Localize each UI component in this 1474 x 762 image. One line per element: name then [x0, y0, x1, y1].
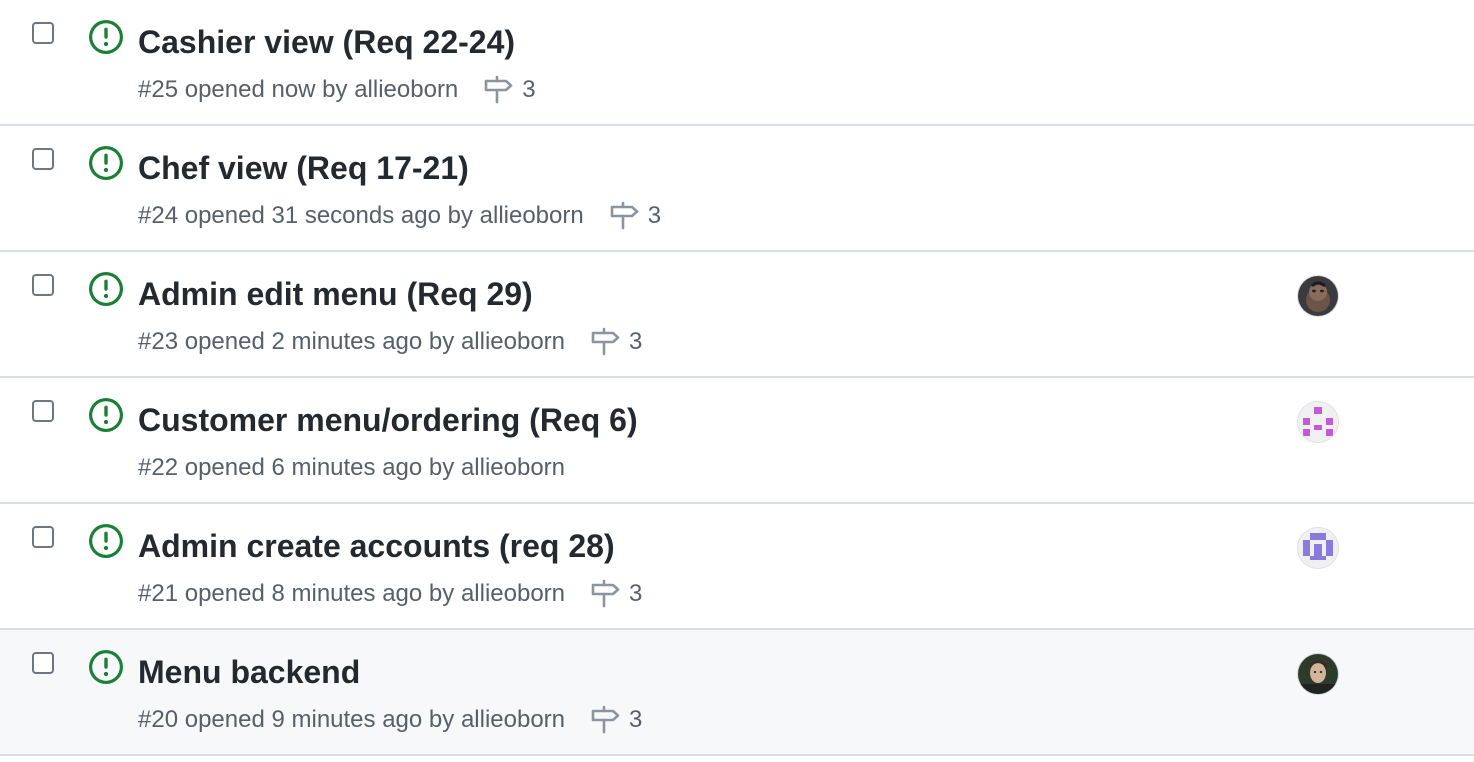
issue-meta: #24 opened 31 seconds ago by allieoborn …: [138, 198, 661, 234]
select-checkbox[interactable]: [32, 274, 54, 296]
issue-open-icon: [89, 272, 123, 306]
milestone-icon: [591, 705, 620, 734]
milestone-link[interactable]: 3: [589, 578, 642, 610]
issue-author-link[interactable]: allieoborn: [480, 202, 584, 230]
milestone-link[interactable]: 3: [589, 326, 642, 358]
milestone-icon: [591, 327, 620, 356]
issue-title-link[interactable]: Customer menu/ordering (Req 6): [138, 398, 638, 442]
issue-row[interactable]: Admin create accounts (req 28) #21 opene…: [0, 504, 1474, 630]
select-checkbox[interactable]: [32, 400, 54, 422]
issue-meta: #23 opened 2 minutes ago by allieoborn 3: [138, 324, 642, 360]
issue-open-icon: [89, 398, 123, 432]
issue-opened-time: opened 8 minutes ago: [184, 580, 423, 607]
issue-row[interactable]: Chef view (Req 17-21) #24 opened 31 seco…: [0, 126, 1474, 252]
issue-opened-time: opened 31 seconds ago: [184, 202, 441, 229]
issue-opened-time: opened now: [184, 76, 316, 103]
select-checkbox[interactable]: [32, 22, 54, 44]
identicon-icon: [1298, 528, 1338, 568]
issue-number: #20: [138, 706, 179, 733]
avatar-photo-icon: [1298, 654, 1338, 694]
issue-title-link[interactable]: Admin edit menu (Req 29): [138, 272, 533, 316]
assignee-avatar[interactable]: [1298, 276, 1338, 316]
assignee-avatar[interactable]: [1298, 528, 1338, 568]
identicon-icon: [1298, 402, 1338, 442]
issue-title-link[interactable]: Chef view (Req 17-21): [138, 146, 469, 190]
issue-meta: #20 opened 9 minutes ago by allieoborn 3: [138, 702, 642, 738]
assignee-avatar[interactable]: [1298, 402, 1338, 442]
issue-open-icon: [89, 650, 123, 684]
issue-title-link[interactable]: Cashier view (Req 22-24): [138, 20, 515, 64]
issue-row[interactable]: Customer menu/ordering (Req 6) #22 opene…: [0, 378, 1474, 504]
issue-title-link[interactable]: Menu backend: [138, 650, 360, 694]
issue-list: Cashier view (Req 22-24) #25 opened now …: [0, 0, 1474, 756]
issue-open-icon: [89, 524, 123, 558]
assignee-avatar[interactable]: [1298, 654, 1338, 694]
issue-meta: #22 opened 6 minutes ago by allieoborn: [138, 450, 565, 486]
issue-open-icon: [89, 146, 123, 180]
issue-author-link[interactable]: allieoborn: [461, 580, 565, 608]
issue-author-link[interactable]: allieoborn: [461, 706, 565, 734]
issue-number: #23: [138, 328, 179, 355]
issue-by-label: by: [428, 454, 455, 481]
issue-by-label: by: [322, 76, 348, 103]
issue-opened-time: opened 6 minutes ago: [184, 454, 423, 481]
milestone-count: 3: [522, 76, 536, 103]
issue-author-link[interactable]: allieoborn: [461, 328, 565, 356]
milestone-link[interactable]: 3: [608, 200, 661, 232]
issue-meta: #25 opened now by allieoborn 3: [138, 72, 536, 108]
milestone-count: 3: [647, 202, 662, 229]
issue-by-label: by: [428, 580, 455, 607]
issue-opened-time: opened 2 minutes ago: [184, 328, 423, 355]
issue-number: #22: [138, 454, 179, 481]
issue-row[interactable]: Cashier view (Req 22-24) #25 opened now …: [0, 0, 1474, 126]
issue-opened-time: opened 9 minutes ago: [184, 706, 423, 733]
issue-number: #24: [138, 202, 179, 229]
issue-by-label: by: [428, 706, 455, 733]
milestone-link[interactable]: 3: [589, 704, 642, 736]
issue-author-link[interactable]: allieoborn: [461, 454, 565, 482]
issue-title-link[interactable]: Admin create accounts (req 28): [138, 524, 615, 568]
issue-row[interactable]: Menu backend #20 opened 9 minutes ago by…: [0, 630, 1474, 756]
milestone-link[interactable]: 3: [482, 74, 536, 106]
select-checkbox[interactable]: [32, 526, 54, 548]
issue-open-icon: [89, 20, 123, 54]
issue-row[interactable]: Admin edit menu (Req 29) #23 opened 2 mi…: [0, 252, 1474, 378]
milestone-count: 3: [629, 328, 643, 355]
issue-number: #25: [138, 76, 179, 103]
issue-by-label: by: [447, 202, 473, 229]
milestone-icon: [591, 579, 620, 608]
milestone-icon: [610, 201, 639, 230]
select-checkbox[interactable]: [32, 148, 54, 170]
issue-by-label: by: [428, 328, 455, 355]
issue-number: #21: [138, 580, 179, 607]
milestone-icon: [484, 75, 513, 104]
milestone-count: 3: [629, 580, 643, 607]
select-checkbox[interactable]: [32, 652, 54, 674]
issue-meta: #21 opened 8 minutes ago by allieoborn 3: [138, 576, 642, 612]
avatar-photo-icon: [1298, 276, 1338, 316]
milestone-count: 3: [629, 706, 643, 733]
issue-author-link[interactable]: allieoborn: [354, 76, 458, 104]
